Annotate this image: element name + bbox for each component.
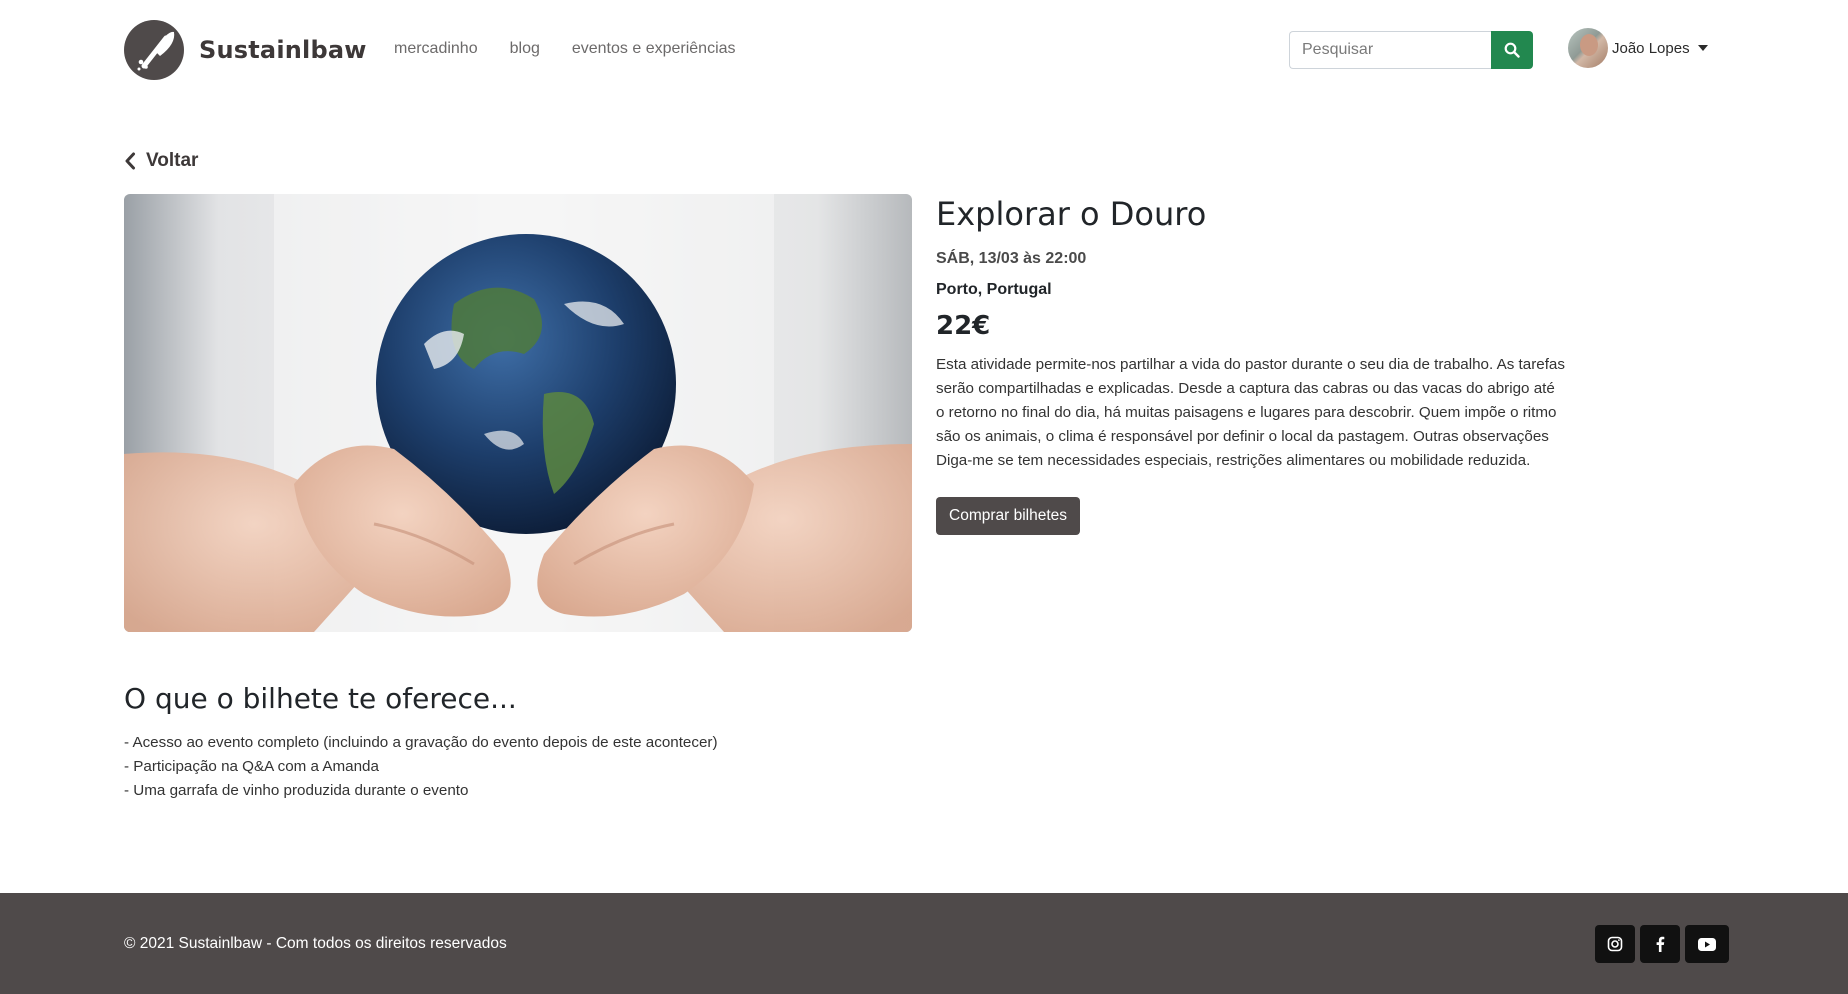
nav-link-blog[interactable]: blog [510, 40, 540, 58]
user-name: João Lopes [1612, 39, 1690, 57]
leaf-logo-icon [124, 20, 184, 80]
facebook-button[interactable] [1640, 925, 1680, 963]
copyright-text: © 2021 Sustainlbaw - Com todos os direit… [124, 935, 507, 952]
event-location: Porto, Portugal [936, 281, 1052, 298]
event-date: SÁB, 13/03 às 22:00 [936, 250, 1087, 267]
back-label: Voltar [146, 150, 199, 171]
search-form [1289, 31, 1533, 69]
brand-name: Sustainlbaw [199, 36, 367, 64]
search-input[interactable] [1289, 31, 1491, 69]
nav-link-eventos[interactable]: eventos e experiências [572, 40, 736, 58]
search-button[interactable] [1491, 31, 1533, 69]
buy-tickets-button[interactable]: Comprar bilhetes [936, 497, 1081, 535]
navbar: Sustainlbaw mercadinho blog eventos e ex… [0, 0, 1848, 100]
main-nav: mercadinho blog eventos e experiências [394, 40, 768, 58]
offers-title: O que o bilhete te oferece... [124, 682, 517, 715]
event-info: Explorar o Douro SÁB, 13/03 às 22:00 Por… [936, 194, 1566, 535]
footer: © 2021 Sustainlbaw - Com todos os direit… [0, 893, 1848, 994]
ticket-offers: O que o bilhete te oferece... - Acesso a… [124, 682, 1024, 803]
youtube-button[interactable] [1685, 925, 1729, 963]
avatar [1568, 28, 1608, 68]
chevron-left-icon [125, 152, 135, 170]
youtube-icon [1698, 937, 1716, 951]
instagram-button[interactable] [1595, 925, 1635, 963]
back-link[interactable]: Voltar [124, 150, 198, 172]
nav-link-mercadinho[interactable]: mercadinho [394, 40, 478, 58]
list-item: - Acesso ao evento completo (incluindo a… [124, 734, 718, 751]
list-item: - Uma garrafa de vinho produzida durante… [124, 782, 469, 799]
list-item: - Participação na Q&A com a Amanda [124, 758, 379, 775]
search-icon [1504, 42, 1520, 58]
user-menu[interactable]: João Lopes [1568, 28, 1708, 68]
event-description: Esta atividade permite-nos partilhar a v… [936, 356, 1565, 469]
brand-link[interactable]: Sustainlbaw [124, 20, 367, 80]
facebook-icon [1656, 936, 1665, 952]
offers-list: - Acesso ao evento completo (incluindo a… [124, 731, 1024, 803]
social-links [1595, 925, 1734, 963]
event-title: Explorar o Douro [936, 195, 1207, 233]
instagram-icon [1607, 936, 1623, 952]
event-image [124, 194, 912, 632]
caret-down-icon [1697, 45, 1708, 51]
event-price: 22€ [936, 311, 991, 341]
